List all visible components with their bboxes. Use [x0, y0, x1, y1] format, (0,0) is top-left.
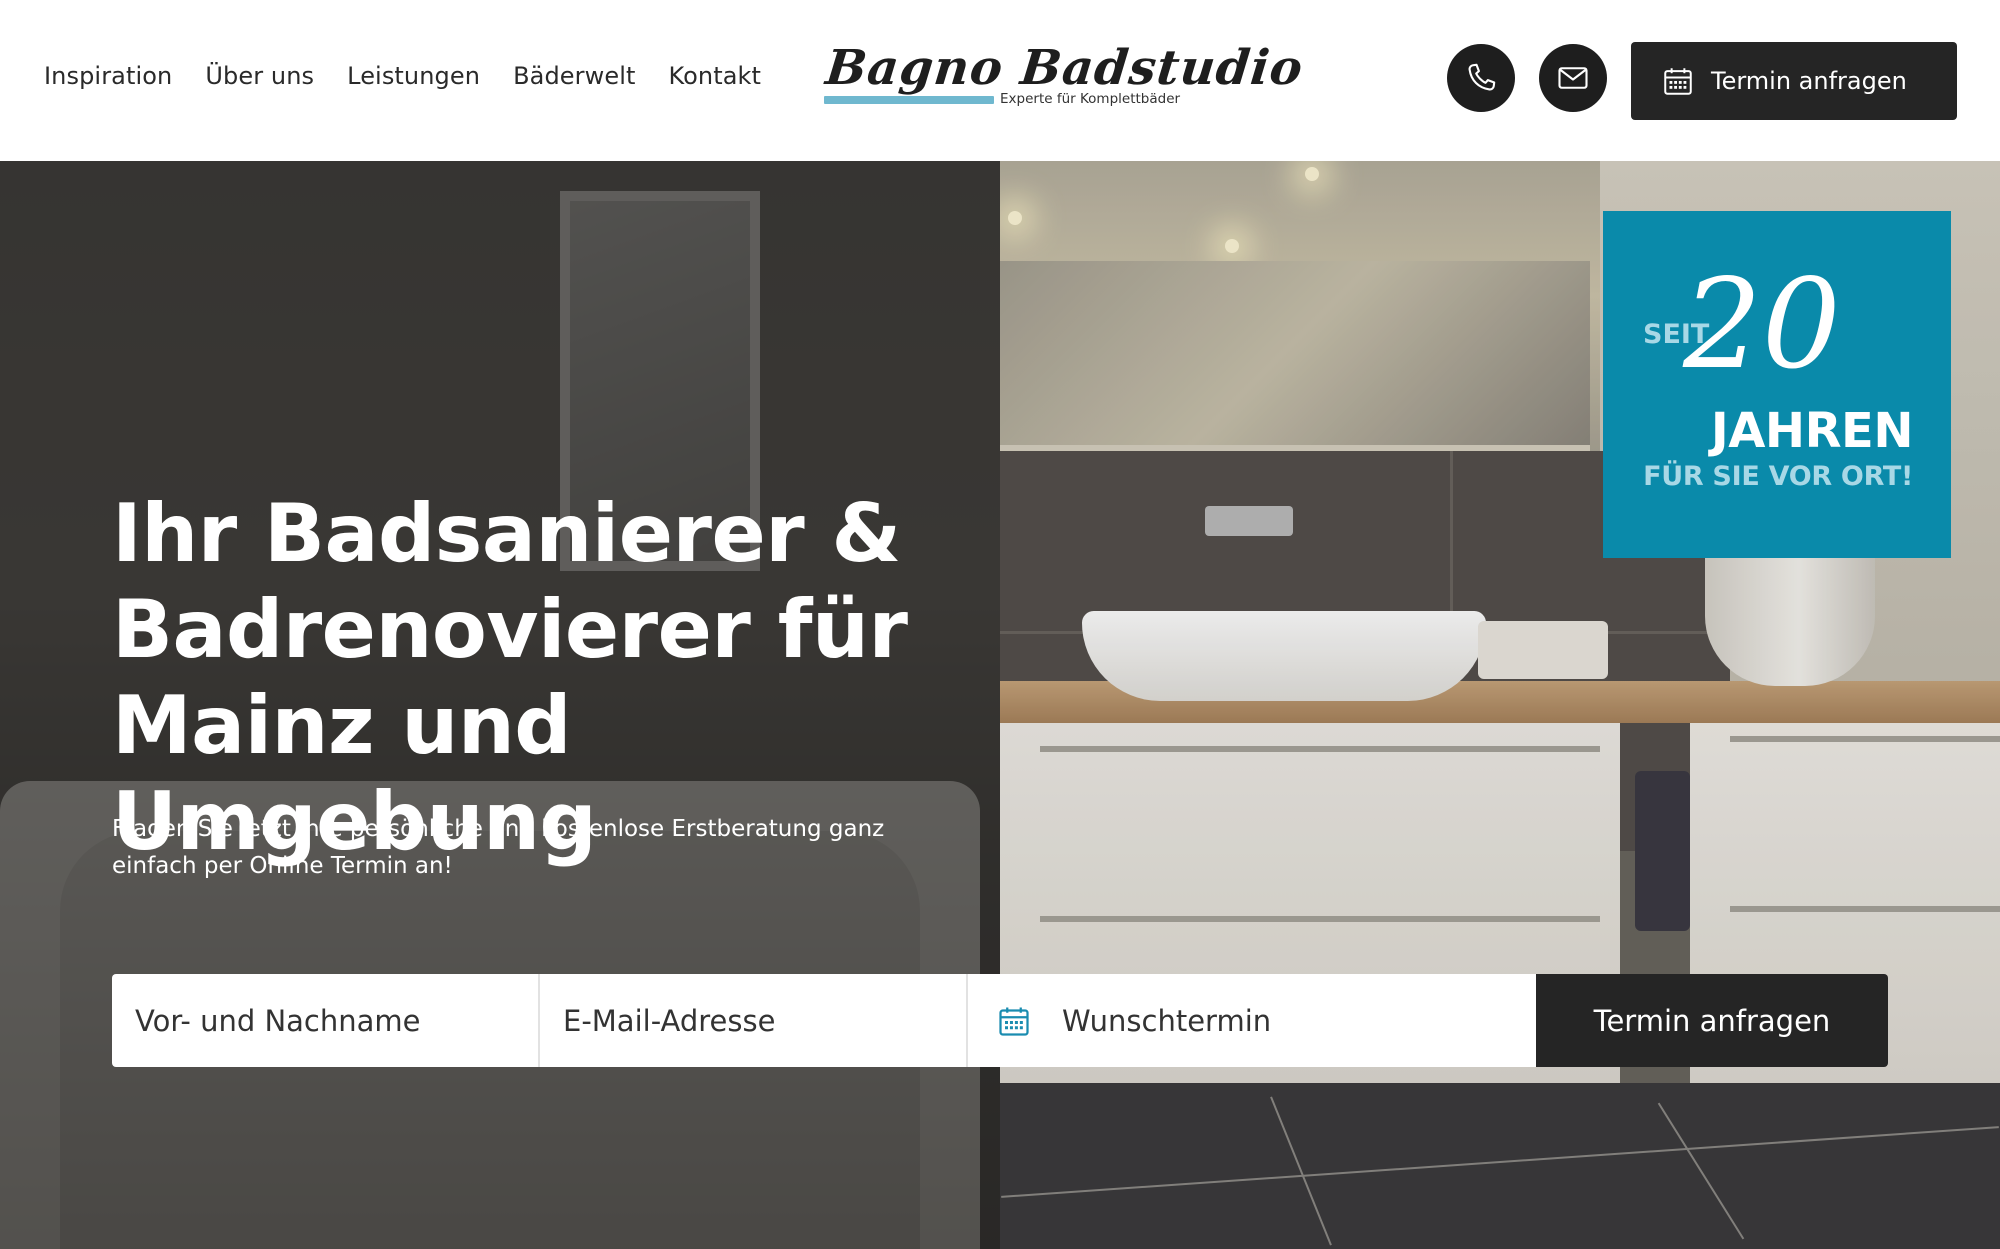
calendar-icon: [999, 1007, 1029, 1036]
logo-tagline: Experte für Komplettbäder: [1000, 91, 1181, 107]
name-input[interactable]: Vor- und Nachname: [112, 974, 540, 1067]
nav-item-inspiration[interactable]: Inspiration: [44, 62, 172, 90]
nav-item-leistungen[interactable]: Leistungen: [347, 62, 480, 90]
site-logo[interactable]: Bagno Badstudio Experte für Komplettbäde…: [822, 40, 1306, 116]
anniversary-badge: SEIT 20 JAHREN FÜR SIE VOR ORT!: [1603, 211, 1951, 558]
main-nav: Inspiration Über uns Leistungen Bäderwel…: [44, 62, 761, 90]
date-input[interactable]: Wunschtermin: [968, 974, 1536, 1067]
header-appointment-label: Termin anfragen: [1711, 67, 1907, 95]
mail-button[interactable]: [1539, 44, 1607, 112]
phone-button[interactable]: [1447, 44, 1515, 112]
email-placeholder: E-Mail-Adresse: [563, 1003, 776, 1038]
header-appointment-button[interactable]: Termin anfragen: [1631, 42, 1957, 120]
nav-item-kontakt[interactable]: Kontakt: [669, 62, 762, 90]
email-input[interactable]: E-Mail-Adresse: [540, 974, 968, 1067]
badge-number: 20: [1683, 253, 1841, 397]
nav-item-ueber-uns[interactable]: Über uns: [205, 62, 314, 90]
hero-subtitle: Fragen Sie jetzt Ihre persönliche und ko…: [112, 816, 885, 879]
badge-line-2: FÜR SIE VOR ORT!: [1643, 461, 1913, 492]
calendar-icon: [1664, 68, 1692, 95]
name-placeholder: Vor- und Nachname: [135, 1003, 421, 1038]
date-placeholder: Wunschtermin: [1062, 1003, 1272, 1038]
hero-title-line: Badrenovierer für: [112, 583, 908, 676]
submit-appointment-button[interactable]: Termin anfragen: [1536, 974, 1888, 1067]
logo-name: Bagno Badstudio: [823, 40, 1306, 96]
logo-accent-bar: [824, 96, 994, 104]
appointment-form: Vor- und Nachname E-Mail-Adresse Wunscht…: [112, 974, 1888, 1067]
hero-title-line: Ihr Badsanierer &: [112, 487, 901, 580]
site-header: Inspiration Über uns Leistungen Bäderwel…: [0, 0, 2000, 161]
nav-item-baederwelt[interactable]: Bäderwelt: [513, 62, 635, 90]
badge-line-1: JAHREN: [1710, 403, 1914, 459]
mail-icon: [1558, 67, 1588, 89]
phone-icon: [1468, 63, 1496, 91]
hero-section: Ihr Badsanierer & Badrenovierer für Main…: [0, 161, 2000, 1249]
